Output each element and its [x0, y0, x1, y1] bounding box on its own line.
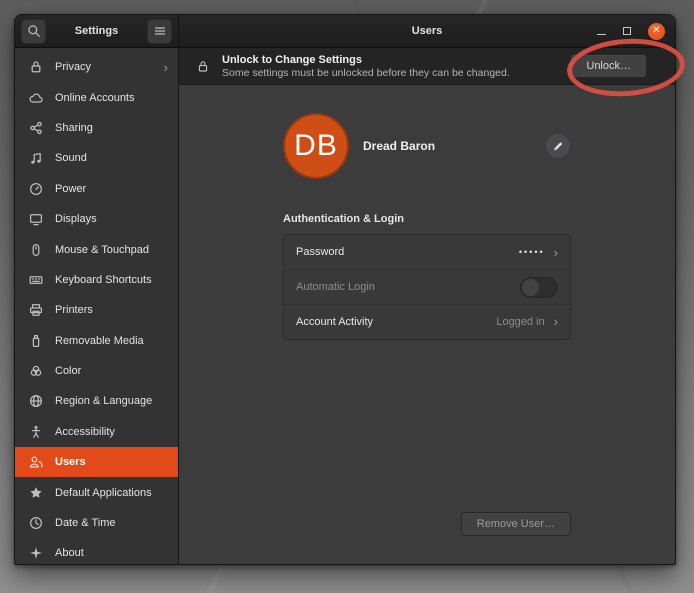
sidebar-title: Settings	[50, 25, 143, 37]
menu-button[interactable]	[147, 19, 172, 44]
mouse-icon	[28, 242, 44, 258]
sidebar-item-region-language[interactable]: Region & Language	[15, 386, 178, 416]
settings-window: Settings Users ✕ Privacy ›	[14, 14, 676, 565]
content-headerbar: Users ✕	[179, 15, 675, 48]
keyboard-icon	[28, 272, 44, 288]
power-icon	[28, 181, 44, 197]
auth-group: Password ••••• › Automatic Login Account…	[283, 234, 571, 340]
sidebar-item-removable-media[interactable]: Removable Media	[15, 326, 178, 356]
sidebar-item-about[interactable]: About	[15, 538, 178, 564]
account-activity-value: Logged in	[496, 316, 544, 328]
page-title: Users	[412, 25, 443, 37]
cloud-icon	[28, 90, 44, 106]
sidebar-item-date-time[interactable]: Date & Time	[15, 508, 178, 538]
sidebar-item-accessibility[interactable]: Accessibility	[15, 417, 178, 447]
sidebar-item-printers[interactable]: Printers	[15, 295, 178, 325]
clock-icon	[28, 515, 44, 531]
account-activity-label: Account Activity	[296, 316, 496, 328]
banner-text: Unlock to Change Settings Some settings …	[222, 54, 510, 79]
lock-icon	[28, 59, 44, 75]
globe-icon	[28, 393, 44, 409]
user-name: Dread Baron	[363, 139, 435, 153]
auth-section-title: Authentication & Login	[283, 213, 571, 225]
account-activity-row[interactable]: Account Activity Logged in ›	[284, 304, 570, 339]
sidebar-item-color[interactable]: Color	[15, 356, 178, 386]
hamburger-menu-icon	[152, 23, 168, 39]
close-icon[interactable]: ✕	[648, 23, 665, 40]
minimize-icon[interactable]	[597, 34, 606, 36]
chevron-right-icon: ›	[164, 61, 168, 74]
avatar: DB	[283, 113, 349, 179]
display-icon	[28, 211, 44, 227]
sidebar-item-mouse-touchpad[interactable]: Mouse & Touchpad	[15, 234, 178, 264]
sidebar-item-sharing[interactable]: Sharing	[15, 113, 178, 143]
pencil-icon	[550, 140, 566, 153]
sparkle-icon	[28, 545, 44, 561]
sidebar-item-sound[interactable]: Sound	[15, 143, 178, 173]
sidebar-item-keyboard-shortcuts[interactable]: Keyboard Shortcuts	[15, 265, 178, 295]
printer-icon	[28, 302, 44, 318]
sidebar-item-users[interactable]: Users	[15, 447, 178, 477]
banner-subtitle: Some settings must be unlocked before th…	[222, 67, 510, 79]
banner-lock-icon	[195, 59, 211, 74]
users-content: DB Dread Baron Authentication & Login Pa…	[179, 85, 675, 564]
banner-title: Unlock to Change Settings	[222, 54, 510, 66]
sidebar-item-default-applications[interactable]: Default Applications	[15, 477, 178, 507]
sidebar-item-displays[interactable]: Displays	[15, 204, 178, 234]
share-icon	[28, 120, 44, 136]
sidebar-item-power[interactable]: Power	[15, 174, 178, 204]
maximize-icon[interactable]	[623, 27, 631, 35]
search-button[interactable]	[21, 19, 46, 44]
sidebar-item-online-accounts[interactable]: Online Accounts	[15, 82, 178, 112]
search-icon	[26, 23, 42, 39]
automatic-login-row: Automatic Login	[284, 270, 570, 305]
sidebar-item-privacy[interactable]: Privacy ›	[15, 52, 178, 82]
remove-user-button[interactable]: Remove User…	[461, 512, 571, 536]
color-icon	[28, 363, 44, 379]
window-controls: ✕	[597, 15, 665, 47]
main-panel: Unlock to Change Settings Some settings …	[179, 48, 675, 564]
users-icon	[28, 454, 44, 470]
sound-icon	[28, 150, 44, 166]
password-value: •••••	[519, 247, 545, 257]
unlock-banner: Unlock to Change Settings Some settings …	[179, 48, 675, 85]
automatic-login-toggle[interactable]	[520, 277, 558, 298]
toggle-knob	[522, 279, 539, 296]
chevron-right-icon: ›	[554, 245, 558, 260]
unlock-button[interactable]: Unlock…	[570, 54, 647, 78]
spacer	[283, 340, 571, 513]
sidebar: Privacy › Online Accounts Sharing	[15, 48, 179, 564]
password-label: Password	[296, 246, 519, 258]
edit-name-button[interactable]	[545, 133, 571, 159]
desktop-background: Settings Users ✕ Privacy ›	[0, 0, 694, 593]
password-row[interactable]: Password ••••• ›	[284, 235, 570, 270]
sidebar-headerbar: Settings	[15, 15, 179, 48]
automatic-login-label: Automatic Login	[296, 281, 520, 293]
removable-media-icon	[28, 333, 44, 349]
user-row: DB Dread Baron	[283, 113, 571, 179]
accessibility-icon	[28, 424, 44, 440]
star-icon	[28, 485, 44, 501]
chevron-right-icon: ›	[554, 314, 558, 329]
